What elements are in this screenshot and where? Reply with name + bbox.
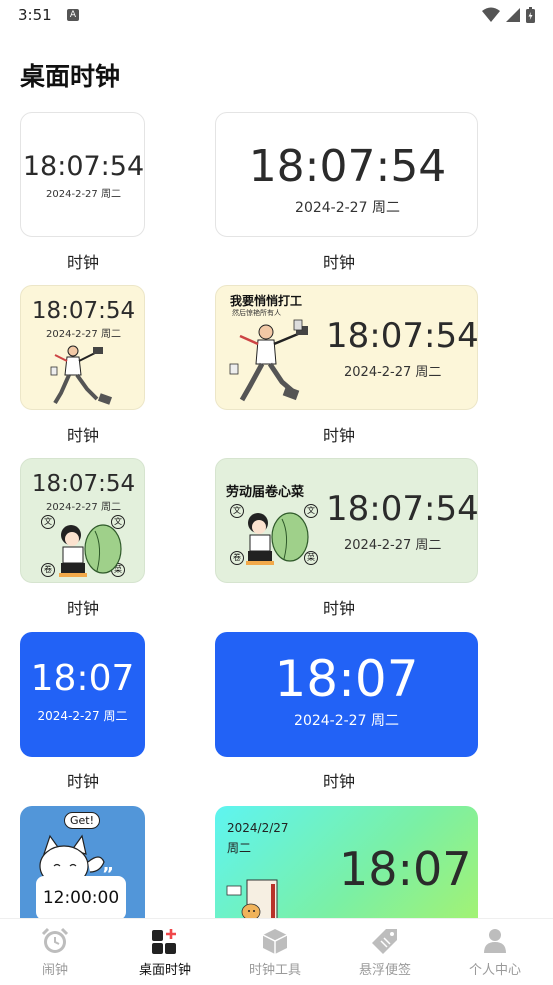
widgets-add-icon [152,929,176,954]
widget-card-green-large[interactable]: 劳动届卷心菜 文 文 卷 菜 18:07:54 2024-2-27 周二 [215,458,478,583]
girl-cabbage-illustration [59,524,122,577]
running-worker-illustration [229,319,308,402]
widget-date: 2024-2-27 周二 [46,189,121,200]
alarm-clock-icon [41,927,69,953]
widget-caption: 劳动届卷心菜 [226,485,305,500]
widget-card-white-large[interactable]: 18:07:54 2024-2-27 周二 [215,112,478,237]
widget-time: 18:07 [274,650,419,708]
bottom-nav: 闹钟 桌面时钟 时钟工具 悬浮便签 个人中心 [0,918,553,985]
nav-desktop-clock[interactable]: 桌面时钟 [110,919,220,985]
nav-label: 悬浮便签 [358,963,411,978]
widget-label: 时钟 [66,772,99,791]
widget-card-white-small[interactable]: 18:07:54 2024-2-27 周二 [20,112,145,237]
signal-icon [506,8,520,22]
widget-label: 时钟 [322,253,355,272]
widget-label: 时钟 [66,599,99,618]
widget-date: 2024-2-27 周二 [37,709,128,723]
widget-date: 2024-2-27 周二 [46,329,121,340]
widget-caption: 我要悄悄打工 [230,294,303,308]
widget-date: 2024-2-27 周二 [344,365,442,380]
widget-label: 时钟 [322,426,355,445]
widget-label: 时钟 [66,253,99,272]
notification-icon: A [67,9,79,21]
widget-date: 2024-2-27 周二 [344,538,442,553]
widget-date: 2024/2/27 [227,821,289,835]
widget-date: 2024-2-27 周二 [295,200,400,216]
girl-cabbage-illustration [246,512,309,565]
widget-label: 时钟 [322,599,355,618]
stamp: 卷 [41,563,55,577]
widget-card-yellow-small[interactable]: 18:07:54 2024-2-27 周二 [20,285,145,410]
widget-weekday: 周二 [227,841,252,855]
nav-profile[interactable]: 个人中心 [440,919,550,985]
widget-time: 18:07:54 [326,316,478,356]
page-title: 桌面时钟 [20,62,121,91]
nav-alarm[interactable]: 闹钟 [0,919,110,985]
nav-floating-notes[interactable]: 悬浮便签 [330,919,440,985]
nav-label: 时钟工具 [248,963,301,978]
widget-card-green-small[interactable]: 18:07:54 2024-2-27 周二 文 文 卷 菜 [20,458,145,583]
wifi-icon [482,7,500,22]
person-icon [484,929,506,953]
widget-time: 12:00:00 [42,888,120,908]
widget-time: 18:07:54 [31,471,136,497]
nav-clock-tools[interactable]: 时钟工具 [220,919,330,985]
tag-icon [372,929,397,954]
cube-icon [262,929,288,954]
widget-label: 时钟 [66,426,99,445]
widget-time: 18:07:54 [31,298,136,324]
widget-date: 2024-2-27 周二 [294,713,399,729]
stamp: 文 [41,515,55,529]
widget-card-yellow-large[interactable]: 我要悄悄打工 然后惊艳所有人 18:07:54 2024-2-27 周二 [215,285,478,410]
battery-icon [526,7,535,23]
widget-time: 18:07 [30,658,135,699]
widget-date: 2024-2-27 周二 [46,502,121,513]
running-worker-illustration [50,345,113,405]
status-time: 3:51 [18,6,52,24]
status-bar: 3:51 A [0,0,553,30]
widget-time: 18:07:54 [326,489,478,529]
nav-label: 桌面时钟 [138,963,191,978]
widget-time: 18:07 [339,842,472,896]
nav-label: 闹钟 [41,963,68,978]
widget-time: 18:07:54 [248,141,447,192]
widget-card-blue-small[interactable]: 18:07 2024-2-27 周二 [20,632,145,757]
widget-time: 18:07:54 [22,151,145,182]
widget-card-blue-large[interactable]: 18:07 2024-2-27 周二 [215,632,478,757]
widget-label: 时钟 [322,772,355,791]
speech-bubble: Get! [64,812,101,829]
nav-label: 个人中心 [468,963,521,978]
